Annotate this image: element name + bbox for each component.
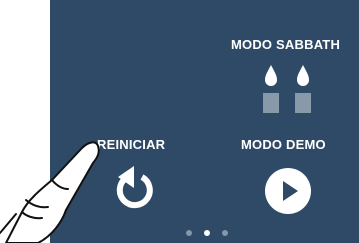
restart-icon — [116, 166, 153, 209]
page-indicator — [184, 228, 230, 238]
page-dot-active[interactable] — [204, 230, 210, 236]
sabbath-mode-label: MODO SABBATH — [231, 37, 341, 52]
sabbath-mode-button[interactable] — [260, 63, 314, 113]
screenshot: MODO SABBATH REINICIAR MODO DEMO — [0, 0, 359, 243]
restart-button[interactable] — [108, 164, 158, 214]
appliance-display: MODO SABBATH REINICIAR MODO DEMO — [50, 0, 359, 243]
demo-mode-label: MODO DEMO — [241, 137, 326, 152]
play-icon — [265, 168, 311, 214]
candle-icon — [262, 63, 280, 113]
candle-icon — [294, 63, 312, 113]
demo-mode-button[interactable] — [263, 166, 313, 216]
page-dot[interactable] — [222, 230, 228, 236]
restart-label: REINICIAR — [97, 137, 166, 152]
page-dot[interactable] — [186, 230, 192, 236]
